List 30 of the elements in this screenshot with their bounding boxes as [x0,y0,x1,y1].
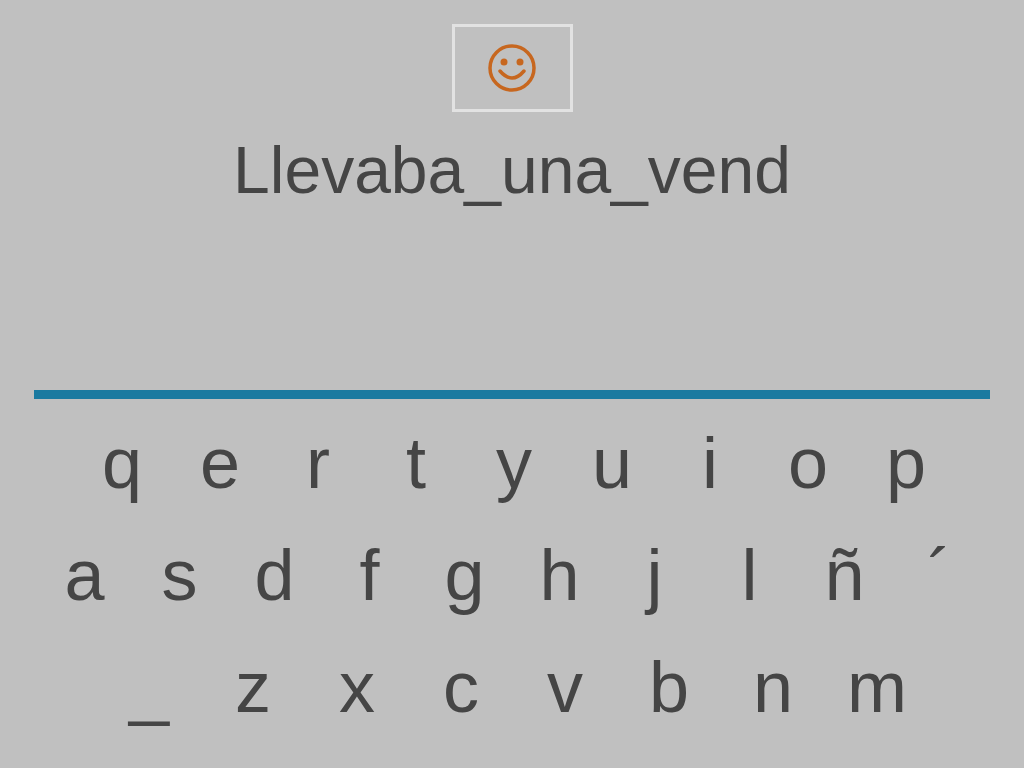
key-button[interactable]: ñ [797,525,892,625]
key-button[interactable]: y [465,413,563,513]
key-button[interactable]: i [661,413,759,513]
key-button[interactable]: s [132,525,227,625]
key-button[interactable]: x [305,637,409,737]
key-button[interactable]: t [367,413,465,513]
key-button[interactable]: j [607,525,702,625]
answer-text: Llevaba_una_vend [233,132,791,208]
smiley-button[interactable] [451,24,573,112]
key-button[interactable]: ´ [892,525,987,625]
key-button[interactable]: f [322,525,417,625]
key-button[interactable]: g [417,525,512,625]
key-button[interactable]: o [759,413,857,513]
key-button[interactable]: c [409,637,513,737]
key-button[interactable]: a [37,525,132,625]
key-button[interactable]: b [617,637,721,737]
key-button[interactable]: d [227,525,322,625]
key-button[interactable]: _ [97,637,201,737]
key-button[interactable]: p [857,413,955,513]
key-button[interactable]: r [269,413,367,513]
key-button[interactable]: v [513,637,617,737]
key-button[interactable]: u [563,413,661,513]
key-button[interactable]: z [201,637,305,737]
key-button[interactable]: e [171,413,269,513]
key-button[interactable]: n [721,637,825,737]
key-button[interactable]: q [73,413,171,513]
key-button[interactable]: m [825,637,929,737]
key-button[interactable]: h [512,525,607,625]
smiley-icon [487,43,537,93]
key-button[interactable]: l [702,525,797,625]
